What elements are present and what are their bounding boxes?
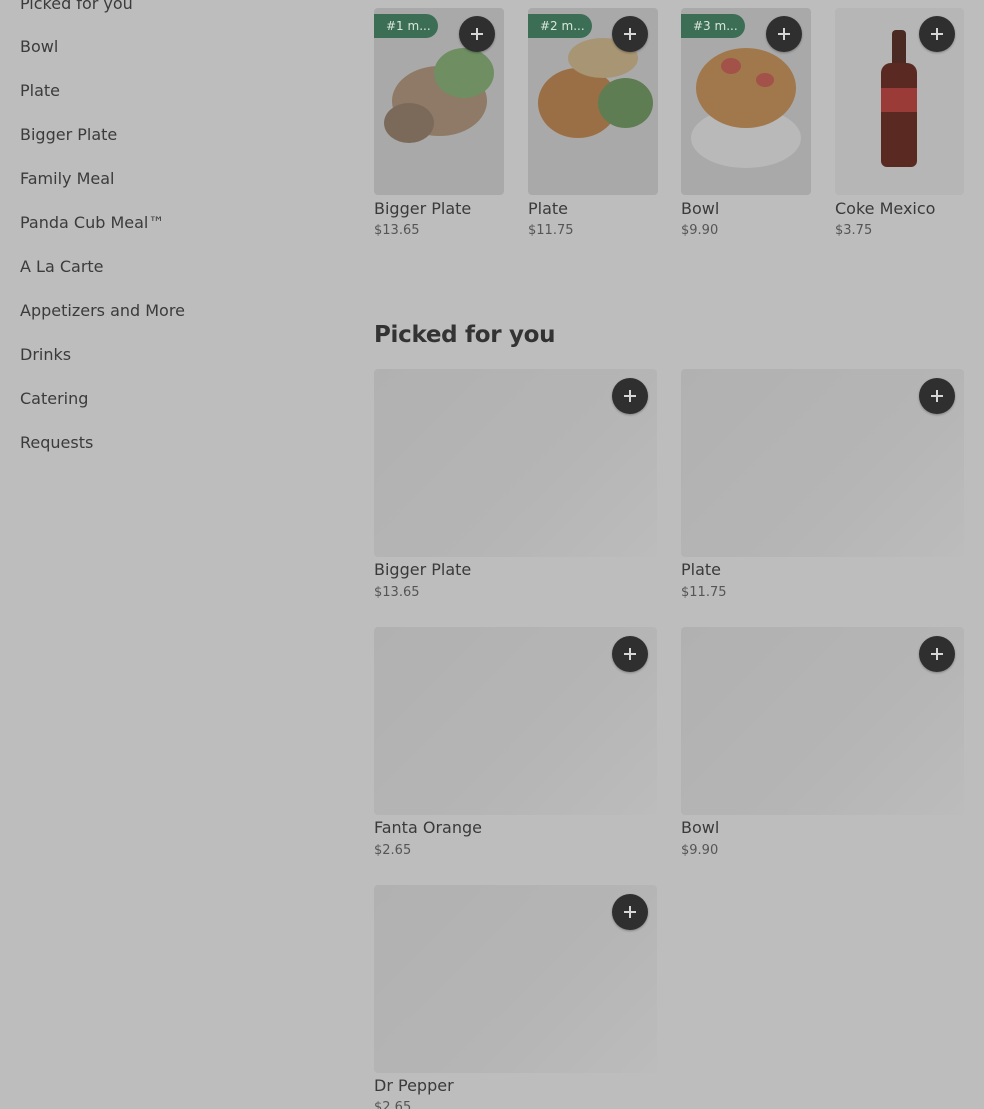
item-title: Plate — [681, 560, 722, 579]
section-title: Picked for you — [374, 322, 556, 348]
item-price: $13.65 — [374, 585, 420, 600]
popularity-badge: #1 m... — [374, 14, 438, 38]
menu-item-card[interactable]: Bowl $9.90 — [681, 627, 964, 863]
item-title: Fanta Orange — [374, 818, 482, 837]
item-price: $9.90 — [681, 843, 719, 858]
sidebar-item-bigger-plate[interactable]: Bigger Plate — [20, 125, 117, 144]
item-price: $2.65 — [374, 1100, 412, 1109]
sidebar-item-family-meal[interactable]: Family Meal — [20, 169, 114, 188]
menu-item-card[interactable]: Fanta Orange $2.65 — [374, 627, 657, 863]
item-price: $11.75 — [528, 223, 574, 238]
menu-item-card[interactable]: Dr Pepper $2.65 — [374, 885, 657, 1109]
add-icon[interactable] — [919, 636, 955, 672]
add-icon[interactable] — [612, 636, 648, 672]
item-price: $2.65 — [374, 843, 412, 858]
item-title: Plate — [528, 199, 569, 218]
item-price: $11.75 — [681, 585, 727, 600]
sidebar-item-requests[interactable]: Requests — [20, 433, 93, 452]
popular-item-card[interactable]: #1 m... Bigger Plate $13.65 — [374, 8, 504, 248]
item-price: $13.65 — [374, 223, 420, 238]
sidebar-item-drinks[interactable]: Drinks — [20, 345, 71, 364]
item-price: $9.90 — [681, 223, 719, 238]
sidebar-item-panda-cub-meal[interactable]: Panda Cub Meal™ — [20, 213, 164, 232]
add-icon[interactable] — [766, 16, 802, 52]
popular-item-card[interactable]: #2 m... Plate $11.75 — [528, 8, 658, 248]
add-icon[interactable] — [919, 16, 955, 52]
menu-item-card[interactable]: Plate $11.75 — [681, 369, 964, 605]
sidebar-item-picked-for-you[interactable]: Picked for you — [20, 0, 133, 13]
item-title: Bowl — [681, 199, 720, 218]
item-title: Coke Mexico — [835, 199, 936, 218]
add-icon[interactable] — [612, 378, 648, 414]
add-icon[interactable] — [459, 16, 495, 52]
popular-item-card[interactable]: #3 m... Bowl $9.90 — [681, 8, 811, 248]
add-icon[interactable] — [919, 378, 955, 414]
sidebar-item-plate[interactable]: Plate — [20, 81, 60, 100]
add-icon[interactable] — [612, 894, 648, 930]
popular-item-card[interactable]: Coke Mexico $3.75 — [835, 8, 964, 248]
add-icon[interactable] — [612, 16, 648, 52]
item-price: $3.75 — [835, 223, 873, 238]
item-title: Bowl — [681, 818, 720, 837]
sidebar-item-catering[interactable]: Catering — [20, 389, 88, 408]
sidebar-item-bowl[interactable]: Bowl — [20, 37, 58, 56]
popularity-badge: #3 m... — [681, 14, 745, 38]
popularity-badge: #2 m... — [528, 14, 592, 38]
menu-item-card[interactable]: Bigger Plate $13.65 — [374, 369, 657, 605]
sidebar-item-appetizers[interactable]: Appetizers and More — [20, 301, 185, 320]
sidebar-item-a-la-carte[interactable]: A La Carte — [20, 257, 104, 276]
item-title: Dr Pepper — [374, 1076, 454, 1095]
item-title: Bigger Plate — [374, 199, 472, 218]
item-title: Bigger Plate — [374, 560, 472, 579]
